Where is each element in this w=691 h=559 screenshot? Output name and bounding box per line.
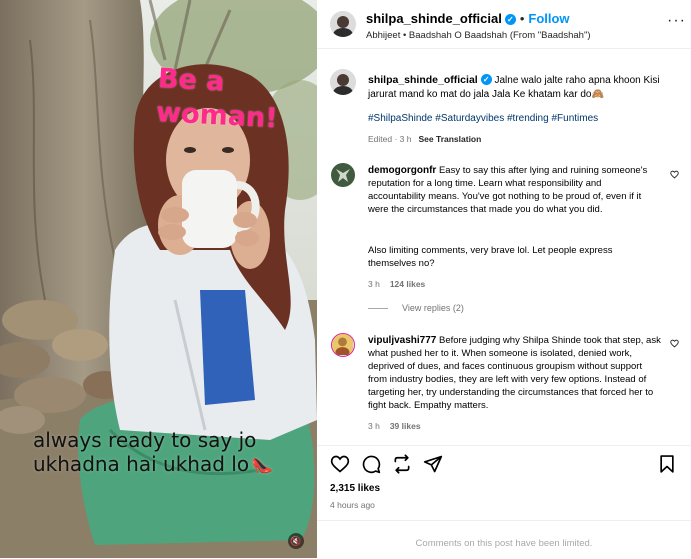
comment-body: vipuljvashi777 Before judging why Shilpa… (368, 334, 663, 412)
comment-username[interactable]: vipuljvashi777 (368, 335, 436, 346)
comment-meta: 3 h 39 likes (368, 421, 421, 431)
heel-shoe-icon: 👠 (249, 453, 274, 478)
video-overlay-caption: always ready to say jo ukhadna hai ukhad… (33, 428, 308, 478)
caption-hashtags[interactable]: #ShilpaShinde #Saturdayvibes #trending #… (368, 113, 598, 124)
comment-icon[interactable] (361, 454, 381, 474)
author-avatar[interactable] (330, 11, 356, 37)
comment-username[interactable]: demogorgonfr (368, 165, 436, 176)
comment-meta: 3 h 124 likes (368, 279, 425, 289)
caption-meta: Edited · 3 h See Translation (368, 134, 481, 144)
post-action-bar (317, 445, 691, 480)
commenter-avatar[interactable] (331, 333, 355, 357)
send-icon[interactable] (423, 454, 443, 474)
replies-divider (368, 308, 388, 310)
post-timestamp: 4 hours ago (330, 500, 375, 510)
verified-badge-icon: ✓ (504, 14, 516, 25)
post-video[interactable]: Be a woman! always ready to say jo ukhad… (0, 0, 317, 558)
verified-badge-icon: ✓ (480, 74, 492, 85)
comment-likes[interactable]: 39 likes (390, 421, 421, 431)
commenter-avatar[interactable] (331, 163, 355, 187)
caption-author-avatar[interactable] (330, 69, 356, 95)
video-overlay-title: Be a woman! (155, 63, 279, 135)
video-overlay-caption-text: always ready to say jo ukhadna hai ukhad… (33, 428, 257, 476)
post-side-panel: shilpa_shinde_official ✓ • Follow Abhijeet … (317, 0, 691, 558)
comment-time: 3 h (368, 279, 380, 289)
share-icon[interactable] (392, 454, 412, 474)
small-heart-icon[interactable] (670, 339, 679, 348)
bookmark-icon[interactable] (657, 454, 677, 474)
author-username-row: shilpa_shinde_official ✓ • Follow (366, 11, 570, 26)
comment-text: Before judging why Shilpa Shinde took th… (368, 335, 661, 411)
edited-time: Edited · 3 h (368, 134, 412, 144)
view-replies-label: View replies (2) (402, 303, 464, 313)
like-count[interactable]: 2,315 likes (330, 483, 380, 494)
comment-time: 3 h (368, 421, 380, 431)
comments-limited-notice: Comments on this post have been limited. (415, 538, 593, 549)
comment-text-continued: Also limiting comments, very brave lol. … (368, 245, 613, 269)
more-icon[interactable]: ··· (667, 12, 686, 30)
muted-speaker-icon[interactable]: 🔇 (288, 533, 304, 549)
post-caption: shilpa_shinde_official ✓ Jalne walo jalte… (368, 73, 680, 102)
small-heart-icon[interactable] (670, 170, 679, 179)
comments-limited-bar: Comments on this post have been limited. (317, 520, 691, 559)
view-replies-button[interactable]: View replies (2) (368, 303, 464, 313)
comment-body: demogorgonfr Easy to say this after lyin… (368, 164, 658, 216)
follow-button[interactable]: Follow (528, 11, 569, 26)
heart-icon[interactable] (330, 454, 350, 474)
author-username[interactable]: shilpa_shinde_official (366, 11, 502, 26)
separator-dot: • (519, 11, 525, 26)
audio-track-link[interactable]: Abhijeet • Baadshah O Baadshah (From "Ba… (366, 30, 590, 41)
comment-likes[interactable]: 124 likes (390, 279, 425, 289)
post-header: shilpa_shinde_official ✓ • Follow Abhijeet … (317, 0, 691, 49)
caption-username[interactable]: shilpa_shinde_official (368, 74, 478, 86)
see-translation-link[interactable]: See Translation (418, 134, 481, 144)
instagram-post: Be a woman! always ready to say jo ukhad… (0, 0, 691, 558)
